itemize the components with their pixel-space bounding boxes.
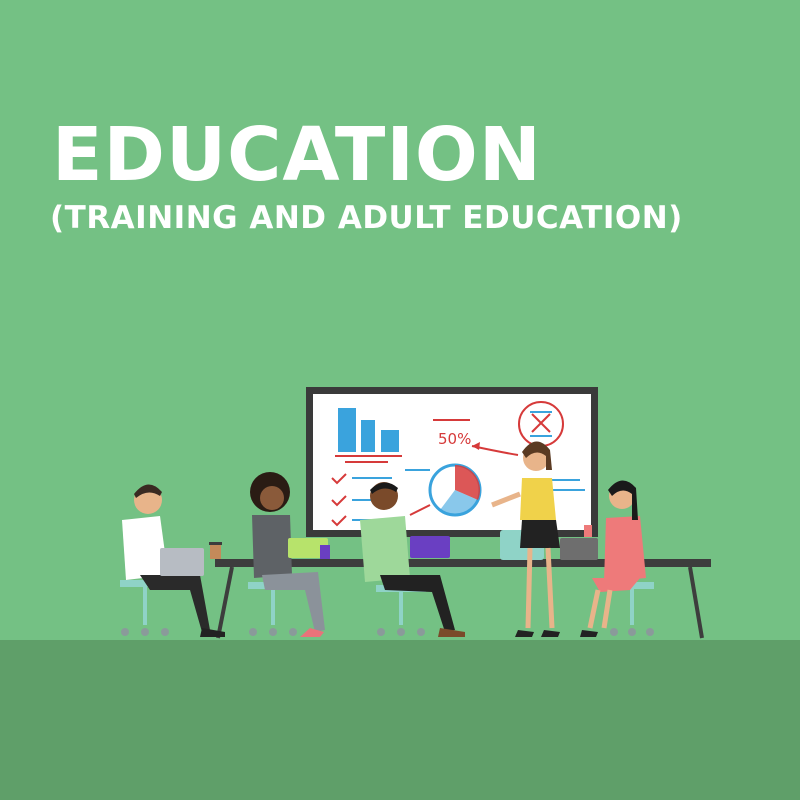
drawn-bar [338, 408, 356, 452]
coffee-cup [209, 542, 222, 559]
drink-can [320, 545, 330, 559]
drawn-bar [381, 430, 399, 452]
laptop [160, 548, 204, 576]
meeting-illustration: 50% [120, 387, 711, 639]
percent-label: 50% [438, 430, 471, 448]
laptop [560, 538, 598, 560]
drawn-bar [361, 420, 375, 452]
drink-can [584, 525, 592, 537]
laptop [410, 536, 450, 558]
person-man-with-laptop [120, 484, 225, 637]
